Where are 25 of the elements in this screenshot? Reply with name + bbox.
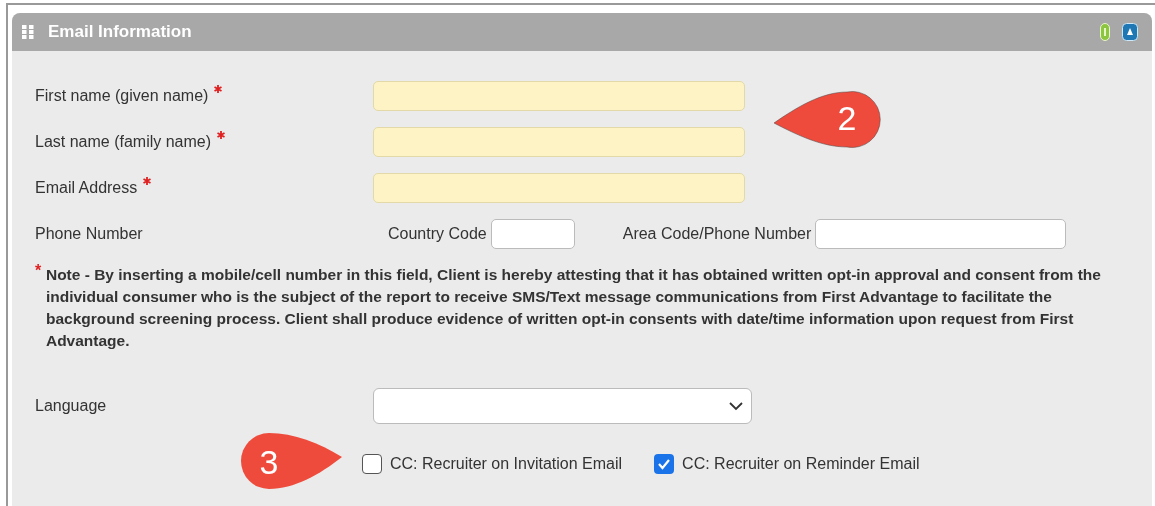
note-marker: * [35, 263, 43, 281]
field-label: First name (given name) [35, 84, 373, 108]
checkbox[interactable] [362, 454, 382, 474]
panel-title: Email Information [48, 21, 192, 44]
checkbox-label: CC: Recruiter on Invitation Email [390, 454, 623, 474]
language-select[interactable] [373, 388, 752, 424]
field-label: Last name (family name) [35, 130, 373, 154]
checkmark-icon [657, 457, 672, 471]
consent-note: Note - By inserting a mobile/cell number in this field, Client is hereby attesting that it has obtained written opt-in approval and consent from the individual consumer who is the subject of the report to receive SMS/Text message communications from First Advantage to facilitate the background screening process. Client shall produce evidence of written opt-in consents with date/time information upon request from First Advantage. [45, 265, 1102, 351]
text-field[interactable] [373, 127, 745, 157]
collapse-icon[interactable] [1122, 23, 1138, 41]
checkbox[interactable] [654, 454, 675, 474]
checkbox-label: CC: Recruiter on Reminder Email [682, 454, 920, 474]
field-label: Language [35, 396, 108, 416]
drag-handle-icon[interactable] [22, 25, 34, 39]
text-field[interactable] [373, 81, 745, 111]
chevron-down-icon [729, 401, 743, 411]
field-label: Email Address [35, 176, 373, 200]
field-label: Phone Number [35, 224, 144, 244]
status-pill-icon[interactable] [1100, 23, 1110, 41]
field-label: Area Code/Phone Number [622, 224, 812, 244]
phone-number-field[interactable] [815, 219, 1067, 249]
country-code-field[interactable] [490, 219, 575, 249]
field-label: Country Code [388, 224, 487, 244]
text-field[interactable] [373, 173, 745, 203]
